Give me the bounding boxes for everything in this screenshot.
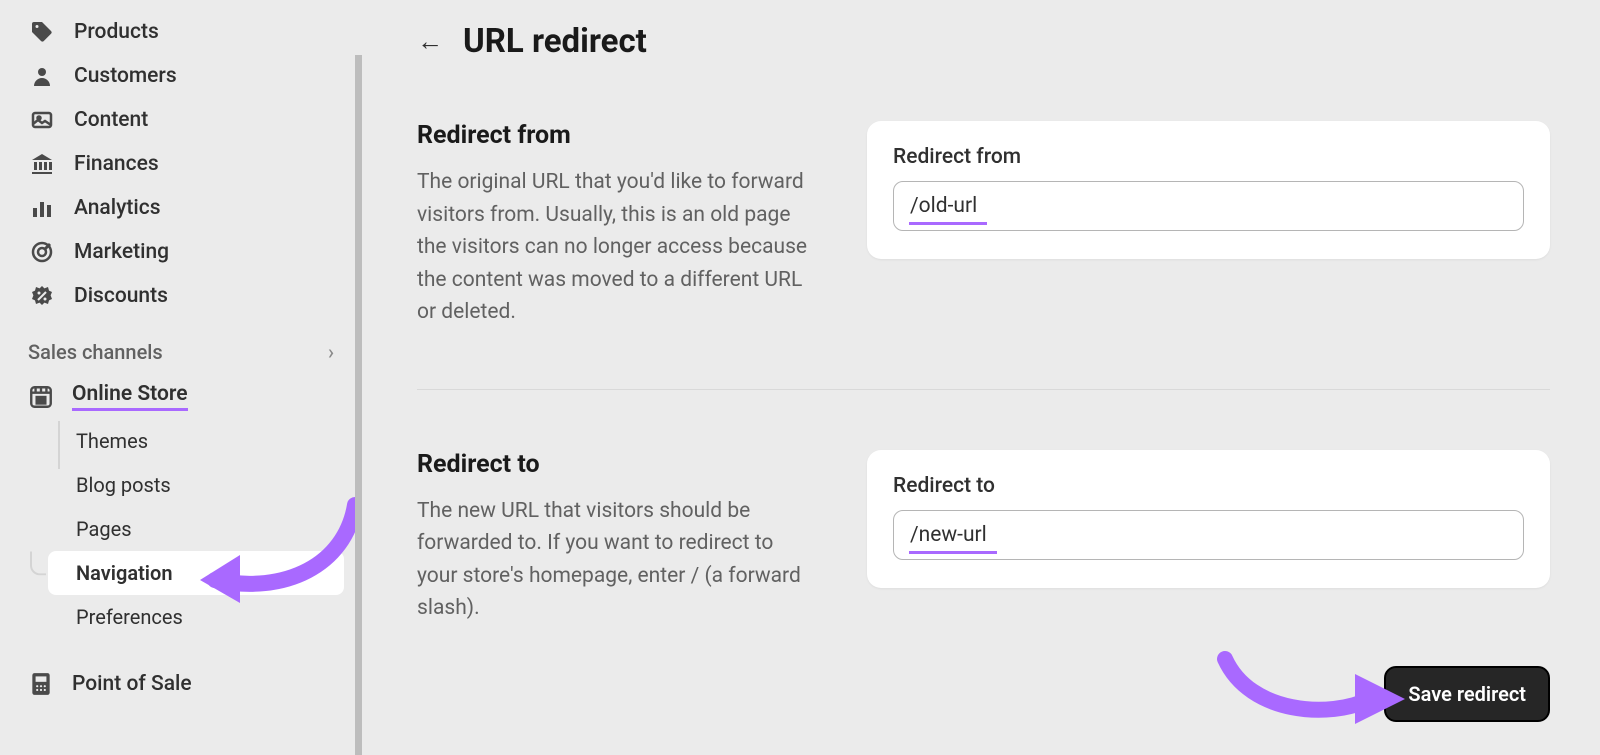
section-header-sales-channels[interactable]: Sales channels › [18, 318, 344, 374]
online-store-subnav: Themes Blog posts Pages Navigation Prefe… [48, 419, 344, 639]
nav-label: Online Store [72, 382, 188, 411]
nav-item-content[interactable]: Content [18, 98, 344, 142]
section-description: The new URL that visitors should be forw… [417, 495, 817, 625]
bars-icon [28, 194, 56, 222]
nav-label: Finances [74, 152, 159, 176]
subnav-item-blog-posts[interactable]: Blog posts [48, 463, 344, 507]
nav-item-point-of-sale[interactable]: Point of Sale [18, 639, 344, 705]
section-heading: Redirect to [417, 450, 817, 479]
nav-item-marketing[interactable]: Marketing [18, 230, 344, 274]
nav-label: Discounts [74, 284, 168, 308]
field-label: Redirect to [893, 474, 1524, 498]
subnav-item-themes[interactable]: Themes [48, 419, 344, 463]
person-icon [28, 62, 56, 90]
card-redirect-from: Redirect from [867, 121, 1550, 259]
subnav-item-navigation[interactable]: Navigation [48, 551, 344, 595]
page-title: URL redirect [463, 22, 647, 61]
main-nav: Products Customers Content Finances Anal… [18, 10, 344, 318]
tag-icon [28, 18, 56, 46]
nav-label: Content [74, 108, 148, 132]
section-info: Redirect to The new URL that visitors sh… [417, 450, 817, 625]
chevron-right-icon: › [328, 340, 334, 364]
nav-label: Analytics [74, 196, 161, 220]
card-redirect-to: Redirect to [867, 450, 1550, 588]
nav-label: Customers [74, 64, 177, 88]
nav-item-customers[interactable]: Customers [18, 54, 344, 98]
section-form: Redirect from [867, 121, 1550, 329]
nav-item-analytics[interactable]: Analytics [18, 186, 344, 230]
image-icon [28, 106, 56, 134]
annotation-underline [909, 551, 997, 554]
section-info: Redirect from The original URL that you'… [417, 121, 817, 329]
target-icon [28, 238, 56, 266]
section-heading: Redirect from [417, 121, 817, 150]
nav-label: Point of Sale [72, 672, 192, 696]
section-redirect-to: Redirect to The new URL that visitors sh… [417, 389, 1550, 685]
store-icon [28, 384, 54, 410]
nav-item-discounts[interactable]: Discounts [18, 274, 344, 318]
section-label: Sales channels [28, 340, 163, 364]
section-redirect-from: Redirect from The original URL that you'… [417, 121, 1550, 389]
page-header: ← URL redirect [417, 22, 1550, 61]
percent-icon [28, 282, 56, 310]
main-content: ← URL redirect Redirect from The origina… [362, 0, 1600, 752]
field-label: Redirect from [893, 145, 1524, 169]
nav-item-online-store[interactable]: Online Store [18, 374, 344, 419]
bank-icon [28, 150, 56, 178]
back-arrow-icon[interactable]: ← [417, 26, 443, 57]
annotation-underline [909, 222, 987, 225]
redirect-from-input[interactable] [893, 181, 1524, 231]
subnav-item-pages[interactable]: Pages [48, 507, 344, 551]
nav-label: Products [74, 20, 159, 44]
sidebar: Products Customers Content Finances Anal… [0, 0, 362, 752]
section-form: Redirect to [867, 450, 1550, 625]
save-redirect-button[interactable]: Save redirect [1384, 666, 1550, 722]
nav-item-products[interactable]: Products [18, 10, 344, 54]
subnav-item-preferences[interactable]: Preferences [48, 595, 344, 639]
section-description: The original URL that you'd like to forw… [417, 166, 817, 329]
nav-label: Marketing [74, 240, 169, 264]
nav-item-finances[interactable]: Finances [18, 142, 344, 186]
pos-icon [28, 671, 54, 697]
